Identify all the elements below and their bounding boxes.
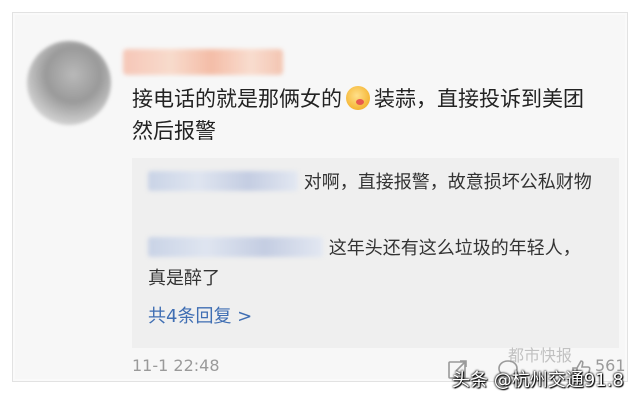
blurred-reply-username [148,237,323,257]
more-replies-link[interactable]: 共4条回复 > [148,302,252,328]
blurred-reply-username [148,171,298,191]
reply-box: 对啊，直接报警，故意损坏公私财物 这年头还有这么垃圾的年轻人，真是醉了 共4条回… [132,158,619,348]
comment-text-part-1: 接电话的就是那俩女的 [132,87,342,111]
avatar[interactable] [27,41,111,125]
blurred-username[interactable] [123,49,283,75]
reply-text: 对啊，直接报警，故意损坏公私财物 [303,172,592,193]
reply-item[interactable]: 对啊，直接报警，故意损坏公私财物 [148,168,593,198]
watermark-source: 头条 @杭州交通91.8 [452,370,624,391]
comment-card: 接电话的就是那俩女的 装蒜，直接投诉到美团然后报警 对啊，直接报警，故意损坏公私财… [12,12,628,382]
face-emoji-icon [346,86,370,110]
reply-item[interactable]: 这年头还有这么垃圾的年轻人，真是醉了 [148,234,593,294]
timestamp: 11-1 22:48 [132,356,220,375]
comment-card-body: 接电话的就是那俩女的 装蒜，直接投诉到美团然后报警 对啊，直接报警，故意损坏公私财… [15,15,626,380]
watermark-overlay: 都市快报 [508,346,573,365]
comment-text: 接电话的就是那俩女的 装蒜，直接投诉到美团然后报警 [132,83,602,147]
